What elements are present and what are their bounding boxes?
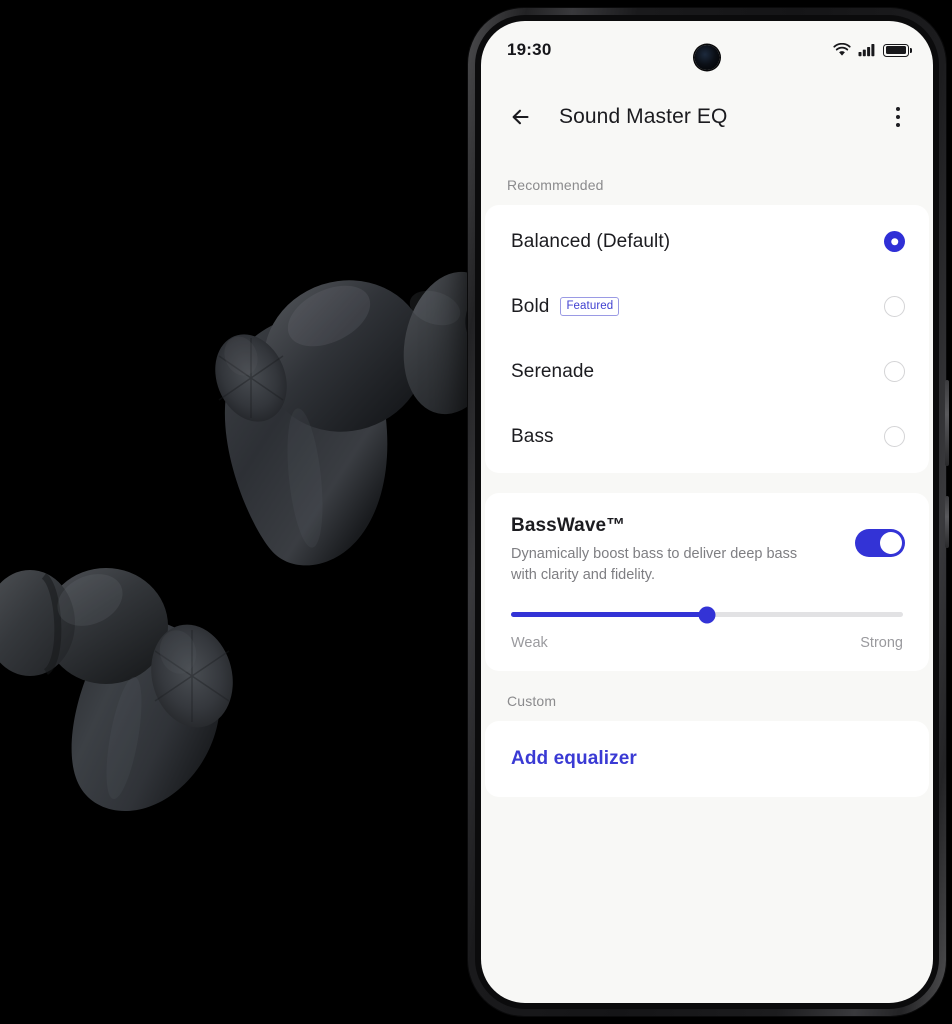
- menu-dot: [896, 107, 900, 111]
- status-time: 19:30: [507, 40, 552, 59]
- basswave-slider-scale: Weak Strong: [485, 635, 929, 651]
- wifi-icon: [833, 43, 851, 56]
- cellular-signal-icon: [858, 44, 875, 57]
- power-button[interactable]: [945, 380, 949, 466]
- menu-dot: [896, 115, 900, 119]
- back-arrow-icon[interactable]: [507, 102, 537, 132]
- basswave-header: BassWave™ Dynamically boost bass to deli…: [485, 515, 929, 586]
- volume-button[interactable]: [945, 496, 949, 548]
- eq-preset-radio-bold[interactable]: [884, 296, 905, 317]
- phone-screen: 19:30 Sound Master EQ Recommended Balanc…: [481, 21, 933, 1003]
- eq-preset-radio-serenade[interactable]: [884, 361, 905, 382]
- basswave-toggle-switch[interactable]: [855, 529, 905, 557]
- scene-stage: 19:30 Sound Master EQ Recommended Balanc…: [0, 0, 952, 1024]
- eq-preset-name: Balanced (Default): [511, 230, 671, 252]
- slider-max-label: Strong: [860, 635, 903, 652]
- eq-preset-row-serenade[interactable]: Serenade: [485, 339, 929, 404]
- eq-preset-label-group: Serenade: [511, 361, 594, 383]
- eq-preset-label-group: Bold Featured: [511, 295, 620, 318]
- custom-section-card: Add equalizer: [485, 721, 929, 798]
- phone-device-frame: 19:30 Sound Master EQ Recommended Balanc…: [468, 8, 949, 1016]
- menu-dot: [896, 123, 900, 127]
- app-bar: Sound Master EQ: [481, 79, 933, 155]
- custom-section-label: Custom: [507, 693, 557, 710]
- basswave-slider-track[interactable]: [511, 606, 903, 624]
- basswave-slider-wrapper: [485, 606, 929, 624]
- featured-badge: Featured: [560, 297, 620, 316]
- status-icons-group: [833, 43, 912, 57]
- eq-preset-radio-balanced[interactable]: [884, 231, 905, 252]
- eq-preset-row-bold[interactable]: Bold Featured: [485, 274, 929, 339]
- slider-min-label: Weak: [511, 635, 548, 652]
- eq-preset-row-balanced[interactable]: Balanced (Default): [485, 209, 929, 274]
- eq-preset-name: Bass: [511, 425, 554, 447]
- eq-preset-name: Serenade: [511, 360, 595, 382]
- basswave-text-block: BassWave™ Dynamically boost bass to deli…: [511, 515, 811, 586]
- basswave-slider-fill: [511, 612, 707, 618]
- basswave-card: BassWave™ Dynamically boost bass to deli…: [485, 493, 929, 672]
- more-vertical-icon[interactable]: [885, 102, 911, 132]
- eq-preset-label-group: Bass: [511, 426, 554, 448]
- page-title: Sound Master EQ: [559, 105, 728, 128]
- front-camera-punch-hole: [694, 45, 720, 70]
- recommended-section-label: Recommended: [507, 177, 604, 193]
- eq-preset-list-card: Balanced (Default) Bold Featured Serenad…: [485, 205, 929, 473]
- battery-full-icon: [883, 43, 912, 57]
- basswave-slider-thumb[interactable]: [698, 606, 716, 624]
- basswave-description: Dynamically boost bass to deliver deep b…: [511, 546, 798, 584]
- basswave-title: BassWave™: [511, 515, 626, 536]
- add-equalizer-button[interactable]: Add equalizer: [485, 721, 929, 797]
- eq-preset-label-group: Balanced (Default): [511, 231, 670, 253]
- eq-preset-row-bass[interactable]: Bass: [485, 404, 929, 469]
- eq-preset-name: Bold: [511, 295, 550, 317]
- eq-preset-radio-bass[interactable]: [884, 426, 905, 447]
- earbud-image-left: [0, 568, 233, 812]
- settings-content: Recommended Balanced (Default) Bold Feat…: [481, 155, 933, 798]
- battery-level-fill: [885, 46, 907, 54]
- status-bar: 19:30: [481, 21, 933, 79]
